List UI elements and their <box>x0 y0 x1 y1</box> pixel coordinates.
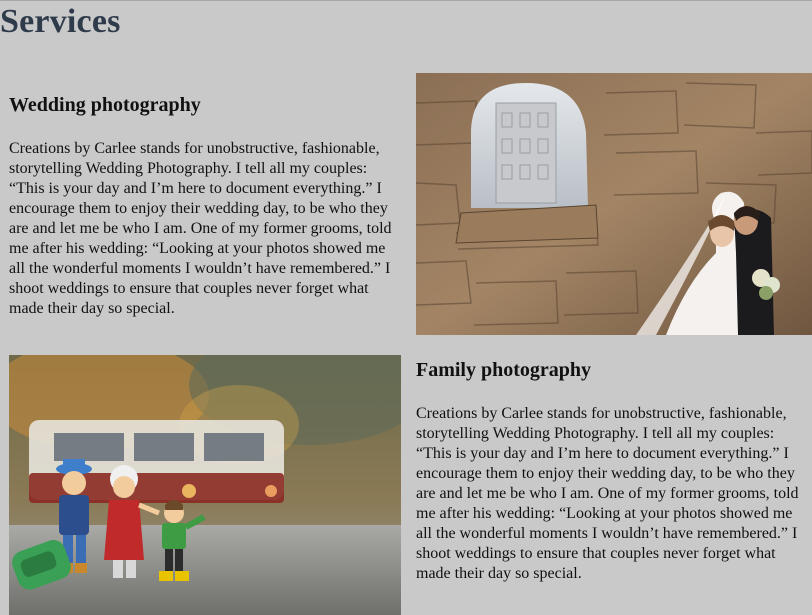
family-photography-heading: Family photography <box>416 359 592 381</box>
services-page: Services Wedding photography Creations b… <box>0 0 812 615</box>
family-photo <box>9 355 401 615</box>
page-title: Services <box>0 3 121 40</box>
family-photography-text: Creations by Carlee stands for unobstruc… <box>416 405 799 582</box>
wedding-photo <box>416 73 812 335</box>
wedding-photography-heading: Wedding photography <box>9 94 201 116</box>
wedding-photography-text: Creations by Carlee stands for unobstruc… <box>9 140 392 317</box>
